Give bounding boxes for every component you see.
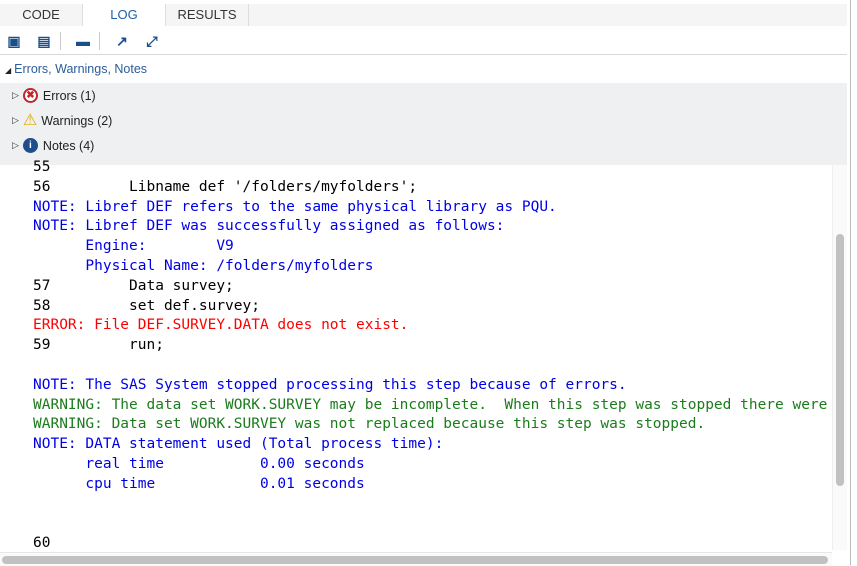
log-line-source: 58 set def.survey; xyxy=(33,297,260,314)
log-line-note: NOTE: Libref DEF was successfully assign… xyxy=(33,218,505,235)
log-line-warning: WARNING: Data set WORK.SURVEY was not re… xyxy=(33,416,706,433)
log-line-note: cpu time 0.01 seconds xyxy=(33,475,365,492)
summary-toggle[interactable]: ◢ Errors, Warnings, Notes xyxy=(0,62,147,76)
log-line-source xyxy=(33,356,831,376)
divider xyxy=(60,32,61,50)
expand-arrow-icon: ▷ xyxy=(12,90,19,100)
tab-results[interactable]: RESULTS xyxy=(166,4,249,26)
expand-arrow-icon: ▷ xyxy=(12,115,19,125)
log-line-source: 59 run; xyxy=(33,337,164,354)
horizontal-scroll-thumb[interactable] xyxy=(2,556,828,564)
log-line-source: 55 xyxy=(33,159,51,175)
notes-label: Notes (4) xyxy=(42,138,95,153)
pane-border xyxy=(850,0,851,565)
log-line-source: 56 Libname def '/folders/myfolders'; xyxy=(33,178,418,195)
warning-icon: ⚠ xyxy=(22,112,38,129)
log-line-warning: WARNING: The data set WORK.SURVEY may be… xyxy=(33,396,828,413)
log-line-note: Physical Name: /folders/myfolders xyxy=(33,257,374,274)
download-log-icon[interactable]: ▤ xyxy=(36,33,52,49)
log-line-note: NOTE: DATA statement used (Total process… xyxy=(33,436,444,453)
vertical-scrollbar[interactable] xyxy=(832,165,847,550)
maximize-icon[interactable]: ⤢ xyxy=(144,33,160,49)
log-line-note: Engine: V9 xyxy=(33,238,234,255)
warnings-item[interactable]: ▷ ⚠ Warnings (2) xyxy=(0,108,847,133)
notes-item[interactable]: ▷ i Notes (4) xyxy=(0,133,847,158)
error-icon: ✖ xyxy=(22,88,38,103)
tab-log[interactable]: LOG xyxy=(83,4,166,26)
log-line-source xyxy=(33,514,831,534)
tab-code[interactable]: CODE xyxy=(0,4,83,26)
info-icon: i xyxy=(22,138,38,153)
divider xyxy=(99,32,100,50)
summary-title: Errors, Warnings, Notes xyxy=(14,62,148,76)
popout-icon[interactable]: ↗ xyxy=(114,33,130,49)
print-icon[interactable]: ▬ xyxy=(75,33,91,49)
errors-label: Errors (1) xyxy=(42,88,96,103)
horizontal-scrollbar[interactable] xyxy=(0,552,832,566)
log-line-error: ERROR: File DEF.SURVEY.DATA does not exi… xyxy=(33,317,409,334)
expand-arrow-icon: ▷ xyxy=(12,140,19,150)
tab-bar: CODE LOG RESULTS xyxy=(0,4,847,26)
log-line-note: real time 0.00 seconds xyxy=(33,455,365,472)
toolbar: ▣ ▤ ▬ ↗ ⤢ xyxy=(0,28,847,55)
vertical-scroll-thumb[interactable] xyxy=(836,234,844,486)
log-line-note: NOTE: The SAS System stopped processing … xyxy=(33,376,627,393)
log-line-note: NOTE: Libref DEF refers to the same phys… xyxy=(33,198,557,215)
warnings-label: Warnings (2) xyxy=(41,113,113,128)
errors-item[interactable]: ▷ ✖ Errors (1) xyxy=(0,83,847,108)
summary-panel: ▷ ✖ Errors (1) ▷ ⚠ Warnings (2) ▷ i Note… xyxy=(0,83,847,165)
collapse-triangle-icon: ◢ xyxy=(5,66,12,75)
log-line-source xyxy=(33,495,831,515)
log-line-source: 60 xyxy=(33,535,51,551)
save-log-icon[interactable]: ▣ xyxy=(6,33,22,49)
log-output: 55 56 Libname def '/folders/myfolders'; NO… xyxy=(33,158,831,551)
log-line-source: 57 Data survey; xyxy=(33,277,234,294)
